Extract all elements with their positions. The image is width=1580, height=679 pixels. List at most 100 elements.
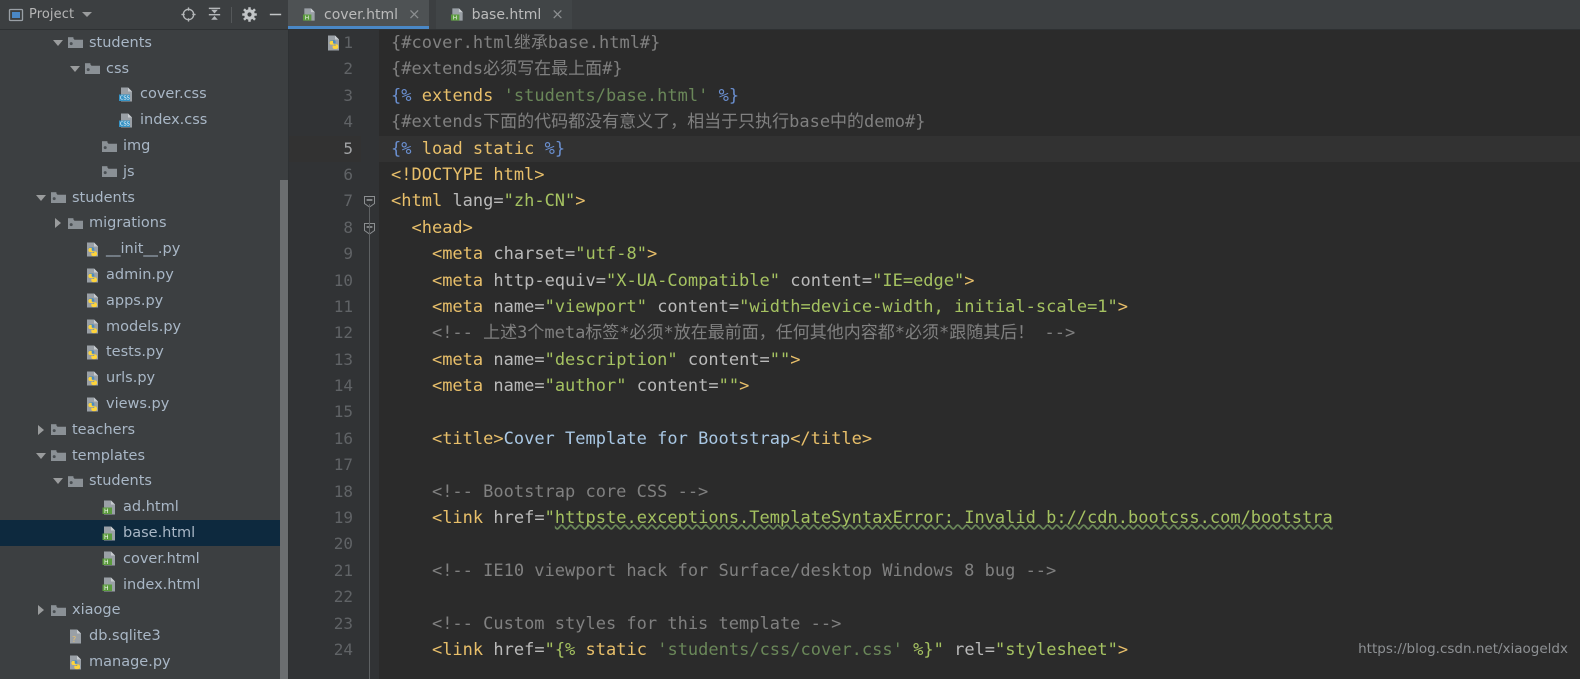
tree-item-tests-py[interactable]: tests.py xyxy=(0,340,288,366)
tree-item-css[interactable]: css xyxy=(0,56,288,82)
chevron-down-icon[interactable] xyxy=(68,62,82,76)
tree-item-index-css[interactable]: CSS index.css xyxy=(0,107,288,133)
tree-item-js[interactable]: js xyxy=(0,159,288,185)
line-number[interactable]: 2 xyxy=(289,56,361,82)
tree-item-students[interactable]: students xyxy=(0,30,288,56)
line-number[interactable]: 15 xyxy=(289,399,361,425)
project-tree-scrollbar[interactable] xyxy=(280,180,288,679)
editor-gutter[interactable]: 1 2 3 4 5 6 7 8 9 10 11 12 13 14 15 16 17 18 19 20 21 22 23 24 xyxy=(289,30,361,679)
chevron-right-icon[interactable] xyxy=(34,423,48,437)
code-folding-strip[interactable] xyxy=(361,30,379,679)
chevron-right-icon[interactable] xyxy=(51,216,65,230)
code-line[interactable]: {#extends下面的代码都没有意义了，相当于只执行base中的demo#} xyxy=(379,109,1580,135)
code-line[interactable]: <head> xyxy=(379,215,1580,241)
tree-item-img[interactable]: img xyxy=(0,133,288,159)
tree-item-cover-css[interactable]: CSS cover.css xyxy=(0,82,288,108)
close-icon[interactable]: × xyxy=(408,7,421,22)
code-editor[interactable]: 1 2 3 4 5 6 7 8 9 10 11 12 13 14 15 16 17 18 19 20 21 22 23 24 … xyxy=(289,30,1580,679)
line-number[interactable]: 8 xyxy=(289,215,361,241)
chevron-right-icon[interactable] xyxy=(34,603,48,617)
tree-item-db-sqlite3[interactable]: ? db.sqlite3 xyxy=(0,623,288,649)
tree-item-students[interactable]: students xyxy=(0,185,288,211)
tree-item-apps-py[interactable]: apps.py xyxy=(0,288,288,314)
code-line[interactable] xyxy=(379,452,1580,478)
hide-minimize-icon[interactable] xyxy=(264,4,286,26)
code-line[interactable]: {% load static %} xyxy=(379,135,1580,162)
editor-tab-cover-html[interactable]: H cover.html × xyxy=(288,0,429,29)
fold-slot[interactable] xyxy=(361,215,379,241)
code-line[interactable]: <meta http-equiv="X-UA-Compatible" conte… xyxy=(379,268,1580,294)
tree-item-base-html[interactable]: Hbase.html xyxy=(0,520,288,546)
line-number[interactable]: 18 xyxy=(289,479,361,505)
line-number[interactable]: 21 xyxy=(289,558,361,584)
code-line[interactable] xyxy=(379,584,1580,610)
line-number[interactable]: 11 xyxy=(289,294,361,320)
code-line[interactable]: <!-- Bootstrap core CSS --> xyxy=(379,479,1580,505)
chevron-down-icon[interactable] xyxy=(34,191,48,205)
code-line[interactable]: <meta name="viewport" content="width=dev… xyxy=(379,294,1580,320)
code-line[interactable]: <!-- 上述3个meta标签*必须*放在最前面，任何其他内容都*必须*跟随其后… xyxy=(379,320,1580,346)
line-number[interactable]: 13 xyxy=(289,347,361,373)
tree-item-models-py[interactable]: models.py xyxy=(0,314,288,340)
locate-target-icon[interactable] xyxy=(177,4,199,26)
settings-gear-icon[interactable] xyxy=(238,4,260,26)
line-number[interactable]: 4 xyxy=(289,109,361,135)
chevron-down-icon[interactable] xyxy=(51,36,65,50)
chevron-down-icon[interactable] xyxy=(34,449,48,463)
code-line[interactable]: <!DOCTYPE html> xyxy=(379,162,1580,188)
collapse-all-icon[interactable] xyxy=(203,4,225,26)
code-line[interactable]: <link href="{% static 'students/css/cove… xyxy=(379,637,1580,663)
code-line[interactable]: {% extends 'students/base.html' %} xyxy=(379,83,1580,109)
tree-item-migrations[interactable]: migrations xyxy=(0,211,288,237)
code-line[interactable]: <html lang="zh-CN"> xyxy=(379,188,1580,214)
code-line[interactable] xyxy=(379,399,1580,425)
line-number[interactable]: 1 xyxy=(289,30,361,56)
line-number[interactable]: 9 xyxy=(289,241,361,267)
tree-item-manage-py[interactable]: manage.py xyxy=(0,649,288,675)
fold-slot xyxy=(361,452,379,478)
tree-item-ad-html[interactable]: Had.html xyxy=(0,494,288,520)
line-number[interactable]: 17 xyxy=(289,452,361,478)
code-line[interactable]: <meta name="description" content=""> xyxy=(379,347,1580,373)
tree-item-index-html[interactable]: Hindex.html xyxy=(0,572,288,598)
line-number[interactable]: 12 xyxy=(289,320,361,346)
line-number[interactable]: 14 xyxy=(289,373,361,399)
chevron-down-icon[interactable] xyxy=(51,474,65,488)
tree-item-urls-py[interactable]: urls.py xyxy=(0,365,288,391)
line-number[interactable]: 10 xyxy=(289,268,361,294)
code-line[interactable]: <!-- IE10 viewport hack for Surface/desk… xyxy=(379,558,1580,584)
line-number[interactable]: 23 xyxy=(289,611,361,637)
line-number[interactable]: 16 xyxy=(289,426,361,452)
code-line[interactable]: <meta charset="utf-8"> xyxy=(379,241,1580,267)
tree-item-templates[interactable]: templates xyxy=(0,443,288,469)
code-line[interactable]: <link href="httpste.exceptions.TemplateS… xyxy=(379,505,1580,531)
tree-item-xiaoge[interactable]: xiaoge xyxy=(0,598,288,624)
close-icon[interactable]: × xyxy=(551,7,564,22)
line-number[interactable]: 22 xyxy=(289,584,361,610)
code-line[interactable]: <meta name="author" content=""> xyxy=(379,373,1580,399)
line-number[interactable]: 3 xyxy=(289,83,361,109)
folder-icon xyxy=(67,473,84,490)
line-number[interactable]: 20 xyxy=(289,531,361,557)
fold-slot[interactable] xyxy=(361,188,379,214)
line-number[interactable]: 7 xyxy=(289,188,361,214)
tree-item-teachers[interactable]: teachers xyxy=(0,417,288,443)
code-line[interactable]: <title>Cover Template for Bootstrap</tit… xyxy=(379,426,1580,452)
code-line[interactable]: {#extends必须写在最上面#} xyxy=(379,56,1580,82)
code-text-area[interactable]: {#cover.html继承base.html#} {#extends必须写在最上… xyxy=(379,30,1580,679)
tree-item-views-py[interactable]: views.py xyxy=(0,391,288,417)
code-line[interactable]: {#cover.html继承base.html#} xyxy=(379,30,1580,56)
line-number[interactable]: 24 xyxy=(289,637,361,663)
chevron-down-icon[interactable] xyxy=(82,12,93,17)
editor-tab-base-html[interactable]: H base.html × xyxy=(435,0,572,29)
tree-item-admin-py[interactable]: admin.py xyxy=(0,262,288,288)
code-token: > xyxy=(790,349,801,370)
tree-item-students[interactable]: students xyxy=(0,469,288,495)
code-line[interactable]: <!-- Custom styles for this template --> xyxy=(379,611,1580,637)
line-number[interactable]: 5 xyxy=(289,135,361,162)
line-number[interactable]: 19 xyxy=(289,505,361,531)
tree-item-cover-html[interactable]: Hcover.html xyxy=(0,546,288,572)
code-line[interactable] xyxy=(379,531,1580,557)
line-number[interactable]: 6 xyxy=(289,162,361,188)
tree-item--init-py[interactable]: __init__.py xyxy=(0,236,288,262)
